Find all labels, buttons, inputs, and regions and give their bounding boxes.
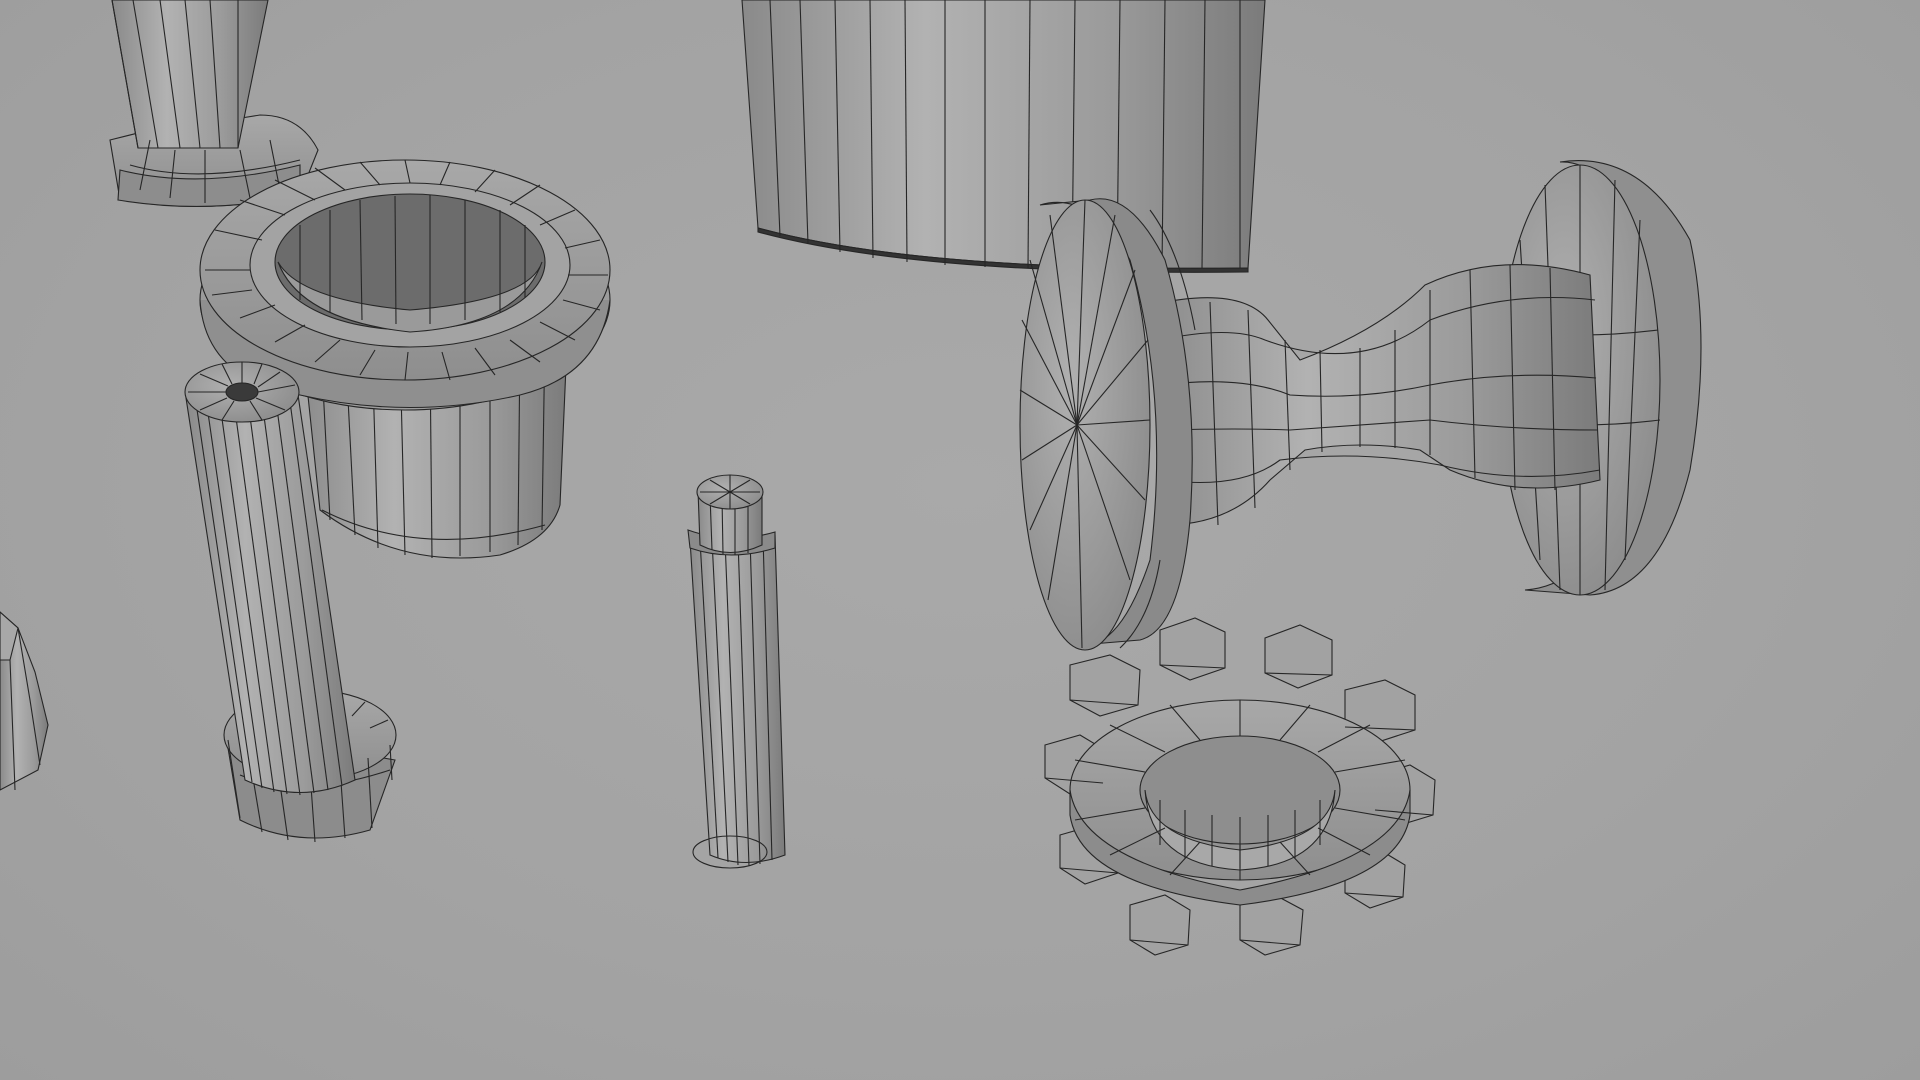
tall-cylinder-mesh[interactable] (741, 0, 1266, 273)
partial-hex-mesh[interactable] (0, 611, 49, 791)
gear-ring-mesh[interactable] (1044, 617, 1436, 956)
pin-mesh[interactable] (687, 474, 786, 869)
post-with-base-mesh[interactable] (109, 0, 319, 207)
wireframe-scene (0, 0, 1702, 956)
spool-roller-mesh[interactable] (1019, 160, 1702, 651)
3d-viewport[interactable] (0, 0, 1920, 1080)
